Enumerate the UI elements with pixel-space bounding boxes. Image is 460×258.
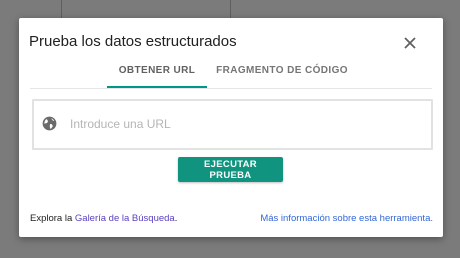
globe-icon: [42, 116, 57, 131]
tab-get-url[interactable]: OBTENER URL: [107, 62, 207, 88]
structured-data-test-dialog: Prueba los datos estructurados OBTENER U…: [19, 18, 443, 237]
footer-explore-text: Explora la Galería de la Búsqueda.: [30, 213, 177, 224]
gallery-link[interactable]: Galería de la Búsqueda: [75, 213, 175, 224]
background-divider: [61, 0, 62, 18]
close-icon[interactable]: [403, 36, 417, 50]
background-divider: [230, 0, 231, 18]
tab-code-snippet[interactable]: FRAGMENTO DE CÓDIGO: [207, 62, 357, 88]
tab-divider: [30, 88, 432, 89]
run-test-button[interactable]: EJECUTAR PRUEBA: [178, 157, 283, 182]
more-info-link[interactable]: Más información sobre esta herramienta.: [260, 213, 433, 224]
explore-prefix: Explora la: [30, 213, 75, 224]
dialog-title: Prueba los datos estructurados: [29, 33, 237, 50]
tab-bar: OBTENER URL FRAGMENTO DE CÓDIGO: [19, 62, 443, 88]
url-input[interactable]: [68, 113, 422, 135]
explore-suffix: .: [174, 213, 178, 224]
url-field[interactable]: [32, 99, 433, 150]
